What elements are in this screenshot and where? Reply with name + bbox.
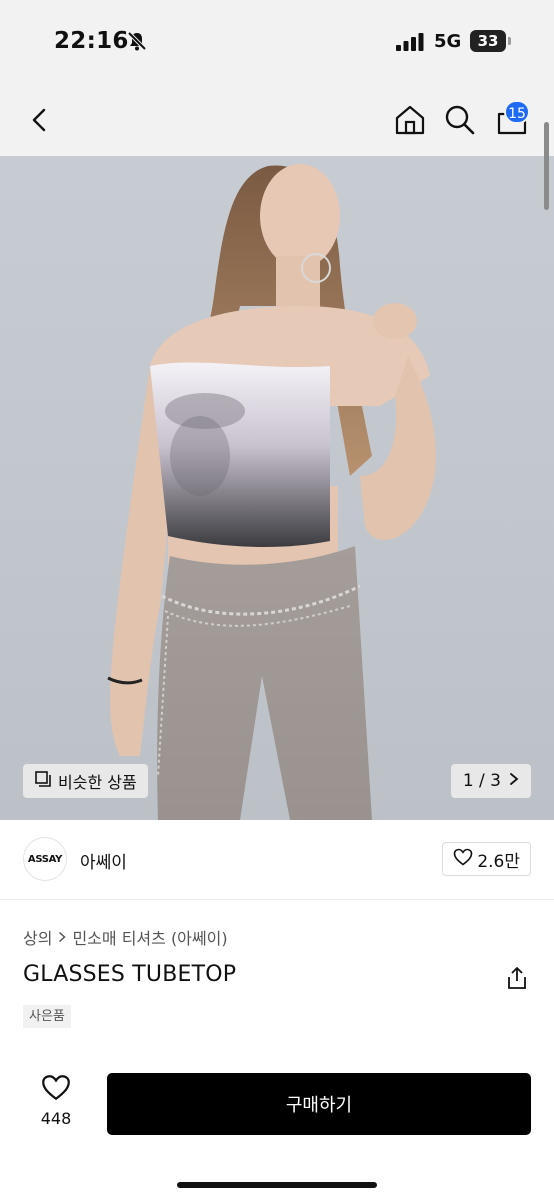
- brand-row: ASSAY 아쎄이 2.6만: [0, 820, 554, 900]
- breadcrumb-subcategory[interactable]: 민소매 티셔츠 (아쎄이): [72, 925, 227, 949]
- page-indicator-text: 1 / 3: [462, 771, 501, 791]
- similar-products-label: 비슷한 상품: [58, 773, 137, 792]
- status-time: 22:16: [54, 28, 129, 54]
- home-icon[interactable]: [394, 104, 426, 136]
- heart-icon: [453, 848, 473, 871]
- product-image-gallery[interactable]: 비슷한 상품 1 / 3: [0, 156, 554, 820]
- brand-like-button[interactable]: 2.6만: [442, 842, 531, 876]
- brand-logo[interactable]: ASSAY: [23, 837, 67, 881]
- product-photo: [107, 164, 436, 820]
- breadcrumb-category[interactable]: 상의: [23, 925, 52, 949]
- brand-like-count: 2.6만: [477, 851, 520, 872]
- search-icon[interactable]: [444, 104, 476, 136]
- nav-bar: [0, 84, 554, 156]
- product-like-count: 448: [40, 1109, 72, 1128]
- buy-button[interactable]: 구매하기: [107, 1073, 531, 1135]
- bell-slash-icon: [126, 30, 148, 56]
- chevron-right-icon: [509, 771, 519, 791]
- heart-icon: [41, 1074, 71, 1105]
- product-like-button[interactable]: 448: [26, 1074, 86, 1134]
- scrollbar[interactable]: [544, 122, 549, 210]
- similar-icon: [34, 770, 52, 792]
- gallery-page-indicator[interactable]: 1 / 3: [450, 764, 531, 798]
- status-bar: 22:16 5G 33: [0, 0, 554, 84]
- share-icon[interactable]: [504, 965, 530, 991]
- chevron-right-icon: [58, 928, 67, 947]
- battery-icon: 33: [470, 30, 511, 52]
- network-label: 5G: [434, 31, 462, 52]
- breadcrumb: 상의 민소매 티셔츠 (아쎄이): [23, 925, 228, 949]
- back-icon[interactable]: [24, 104, 56, 136]
- brand-name[interactable]: 아쎄이: [80, 848, 127, 873]
- signal-icon: [396, 33, 426, 55]
- similar-products-button[interactable]: 비슷한 상품: [23, 764, 148, 798]
- gift-tag: 사은품: [23, 1005, 71, 1028]
- home-indicator: [177, 1182, 377, 1188]
- cart-count-badge: 15: [504, 100, 530, 124]
- product-title: GLASSES TUBETOP: [23, 962, 237, 987]
- bottom-action-bar: 448 구매하기: [0, 1060, 554, 1200]
